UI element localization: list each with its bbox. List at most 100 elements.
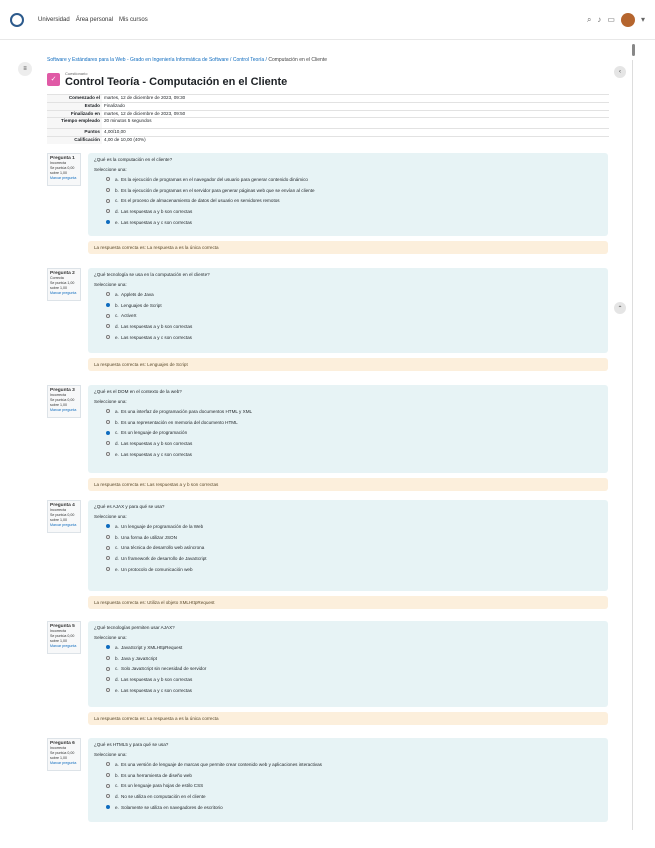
answer-option[interactable]: d. Las respuestas a y b son correctas (94, 206, 602, 217)
radio-button[interactable] (106, 545, 110, 550)
radio-button[interactable] (106, 556, 110, 561)
answer-option[interactable]: d. Las respuestas a y b son correctas (94, 321, 602, 332)
question-mark: Se puntúa 0,00 sobre 1,00 (50, 398, 75, 407)
answer-option[interactable]: b. Lenguajes de Script (94, 300, 602, 311)
radio-button[interactable] (106, 794, 110, 799)
question-info: Pregunta 2 Correcta Se puntúa 1,00 sobre 1… (47, 268, 81, 301)
radio-button[interactable] (106, 324, 110, 329)
answer-option[interactable]: d. Un framework de desarrollo de JavaScri… (94, 553, 602, 564)
radio-button[interactable] (106, 783, 110, 788)
answer-option[interactable]: a. Es una interfaz de programación para d… (94, 406, 602, 417)
answer-option[interactable]: e. Solamente se utiliza en navegadores de… (94, 802, 602, 813)
answer-option[interactable]: a. Applets de Java (94, 289, 602, 300)
radio-button[interactable] (106, 292, 110, 297)
radio-button[interactable] (106, 441, 110, 446)
answer-option[interactable]: a. Un lenguaje de programación de la Web (94, 521, 602, 532)
answer-option[interactable]: c. Solo JavaScript sin necesidad de servi… (94, 663, 602, 674)
radio-button[interactable] (106, 688, 110, 693)
radio-button[interactable] (106, 335, 110, 340)
question-text: ¿Qué tecnologías permiten usar AJAX? (94, 625, 175, 630)
answer-option[interactable]: b. Es una representación en memoria del d… (94, 417, 602, 428)
answer-option[interactable]: b. Es la ejecución de programas en el ser… (94, 185, 602, 196)
answer-option[interactable]: e. Un protocolo de comunicación web (94, 564, 602, 575)
option-text: Applets de Java (121, 291, 154, 297)
radio-button[interactable] (106, 535, 110, 540)
question-info: Pregunta 3 Incorrecta Se puntúa 0,00 sobre… (47, 385, 81, 418)
question-mark: Se puntúa 0,00 sobre 1,00 (50, 634, 75, 643)
site-logo-icon[interactable] (10, 12, 24, 27)
answer-option[interactable]: a. Es la ejecución de programas en el nav… (94, 174, 602, 185)
answer-option[interactable]: d. Las respuestas a y b son correctas (94, 438, 602, 449)
answer-option[interactable]: b. Java y JavaScript (94, 653, 602, 664)
answer-option[interactable]: a. Es una versión de lenguaje de marcas q… (94, 759, 602, 770)
drawer-divider (632, 60, 633, 830)
radio-button[interactable] (106, 188, 110, 193)
select-prompt: Seleccione una: (94, 752, 127, 757)
flag-question-link[interactable]: Marcar pregunta (50, 523, 78, 528)
radio-button[interactable] (106, 420, 110, 425)
flag-question-link[interactable]: Marcar pregunta (50, 176, 78, 181)
radio-button[interactable] (106, 409, 110, 414)
answer-option[interactable]: e. Las respuestas a y c son correctas (94, 449, 602, 460)
answer-option[interactable]: c. Es un lenguaje para hojas de estilo CS… (94, 780, 602, 791)
answer-option[interactable]: c. Es el proceso de almacenamiento de dat… (94, 195, 602, 206)
flag-question-link[interactable]: Marcar pregunta (50, 291, 78, 296)
scrollbar-thumb[interactable] (632, 44, 635, 56)
radio-button[interactable] (106, 677, 110, 682)
question-mark: Se puntúa 1,00 sobre 1,00 (50, 281, 75, 290)
radio-button[interactable] (106, 773, 110, 778)
option-text: Las respuestas a y b son correctas (121, 440, 193, 446)
radio-button[interactable] (106, 177, 110, 182)
answer-option[interactable]: e. Las respuestas a y c son correctas (94, 217, 602, 228)
answer-option[interactable]: d. No se utiliza en computación en el cli… (94, 791, 602, 802)
radio-button[interactable] (106, 313, 110, 318)
question-mark: Se puntúa 0,00 sobre 1,00 (50, 513, 75, 522)
radio-button[interactable] (106, 666, 110, 671)
radio-button[interactable] (106, 656, 110, 661)
option-text: Es la ejecución de programas en el servi… (121, 187, 315, 193)
option-text: JavaScript y XMLHttpRequest (121, 644, 183, 650)
option-text: Es una herramienta de diseño web (121, 772, 192, 778)
question-text: ¿Qué es el DOM en el contexto de la web? (94, 389, 182, 394)
radio-button[interactable] (106, 524, 110, 529)
option-text: Las respuestas a y b son correctas (121, 676, 193, 682)
option-text: Es una versión de lenguaje de marcas que… (121, 761, 322, 767)
answer-option[interactable]: b. Es una herramienta de diseño web (94, 770, 602, 781)
radio-button[interactable] (106, 220, 110, 225)
select-prompt: Seleccione una: (94, 167, 127, 172)
radio-button[interactable] (106, 805, 110, 810)
radio-button[interactable] (106, 645, 110, 650)
user-avatar[interactable] (620, 12, 635, 27)
question-text: ¿Qué es la computación en el cliente? (94, 157, 173, 162)
chevron-down-icon[interactable]: ▾ (641, 15, 645, 24)
question-feedback: La respuesta correcta es: Utiliza el obj… (88, 596, 608, 609)
answer-option[interactable]: e. Las respuestas a y c son correctas (94, 685, 602, 696)
course-index-toggle-button[interactable]: ≡ (18, 62, 32, 76)
radio-button[interactable] (106, 209, 110, 214)
answer-option[interactable]: b. Una forma de utilizar JSON (94, 532, 602, 543)
flag-question-link[interactable]: Marcar pregunta (50, 644, 78, 649)
radio-button[interactable] (106, 762, 110, 767)
radio-button[interactable] (106, 567, 110, 572)
option-text: Es una interfaz de programación para doc… (121, 408, 253, 414)
question-content: ¿Qué tecnologías permiten usar AJAX? Sele… (88, 621, 608, 707)
answer-option[interactable]: d. Las respuestas a y b son correctas (94, 674, 602, 685)
radio-button[interactable] (106, 430, 110, 435)
flag-question-link[interactable]: Marcar pregunta (50, 408, 78, 413)
block-drawer-toggle-button[interactable]: ‹ (614, 66, 626, 78)
radio-button[interactable] (106, 198, 110, 203)
option-text: Solo JavaScript sin necesidad de servido… (121, 666, 207, 672)
option-text: Las respuestas a y c son correctas (121, 219, 192, 225)
flag-question-link[interactable]: Marcar pregunta (50, 761, 78, 766)
answer-option[interactable]: c. ActiveX (94, 310, 602, 321)
select-prompt: Seleccione una: (94, 399, 127, 404)
radio-button[interactable] (106, 303, 110, 308)
radio-button[interactable] (106, 452, 110, 457)
scroll-to-top-button[interactable]: ⌃ (614, 302, 626, 314)
answer-option[interactable]: e. Las respuestas a y c son correctas (94, 332, 602, 343)
answer-option[interactable]: a. JavaScript y XMLHttpRequest (94, 642, 602, 653)
option-text: Las respuestas a y b son correctas (121, 323, 193, 329)
option-text: Una forma de utilizar JSON (121, 534, 177, 540)
answer-option[interactable]: c. Una técnica de desarrollo web asíncron… (94, 542, 602, 553)
answer-option[interactable]: c. Es un lenguaje de programación (94, 427, 602, 438)
